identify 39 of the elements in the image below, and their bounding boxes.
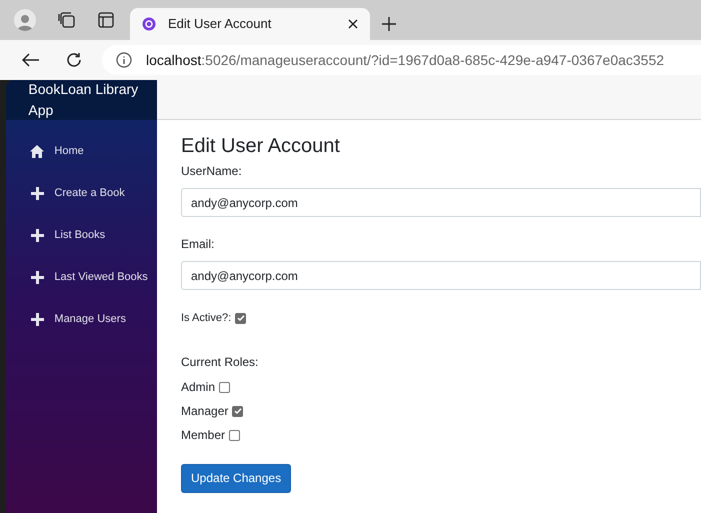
- checkbox[interactable]: [235, 312, 246, 324]
- checkbox[interactable]: [219, 382, 230, 392]
- brand-title[interactable]: BookLoan Library App: [28, 80, 157, 121]
- tab-panel-icon[interactable]: [98, 12, 114, 28]
- address-field[interactable]: localhost:5026/manageuseraccount/?id=1967d0a8-685c-429e-a947-0367e0ac3552: [102, 45, 701, 75]
- nav-link[interactable]: Last Viewed Books: [6, 256, 157, 298]
- input-field[interactable]: andy@anycorp.com: [181, 188, 701, 217]
- nav-link[interactable]: Create a Book: [6, 172, 157, 214]
- input-field[interactable]: andy@anycorp.com: [181, 261, 701, 290]
- swirl-logo-icon: [142, 17, 156, 31]
- role-label: Manager: [181, 404, 228, 418]
- url-text: localhost:5026/manageuseraccount/?id=1967d0a8-685c-429e-a947-0367e0ac3552: [146, 50, 664, 70]
- refresh-icon[interactable]: [66, 52, 82, 68]
- update-button[interactable]: Update Changes: [181, 464, 292, 492]
- field-label: Email:: [181, 237, 216, 251]
- field-label: Is Active?:: [181, 311, 232, 326]
- role-label: Member: [181, 428, 226, 442]
- nav-link[interactable]: Manage Users: [6, 298, 157, 340]
- role-label: Admin: [181, 380, 216, 394]
- plus-icon: [30, 228, 44, 242]
- new-tab-icon[interactable]: [382, 17, 396, 31]
- close-icon[interactable]: [348, 19, 358, 29]
- info-icon[interactable]: [116, 52, 132, 68]
- checkbox[interactable]: [229, 430, 240, 440]
- tab-title: Edit User Account: [168, 15, 272, 34]
- home-icon: [30, 144, 44, 158]
- profile-icon[interactable]: [14, 9, 36, 31]
- plus-icon: [30, 312, 44, 326]
- collections-icon[interactable]: [58, 11, 76, 29]
- nav-link[interactable]: List Books: [6, 214, 157, 256]
- checkbox[interactable]: [232, 406, 244, 416]
- plus-icon: [30, 270, 44, 284]
- browser-tab[interactable]: Edit User Account: [130, 8, 370, 40]
- plus-icon: [30, 186, 44, 200]
- field-label: UserName:: [181, 164, 243, 178]
- page-title: Edit User Account: [181, 134, 341, 158]
- section-label: Current Roles:: [181, 354, 260, 370]
- back-arrow-icon[interactable]: [22, 53, 40, 67]
- nav-link[interactable]: Home: [6, 130, 157, 172]
